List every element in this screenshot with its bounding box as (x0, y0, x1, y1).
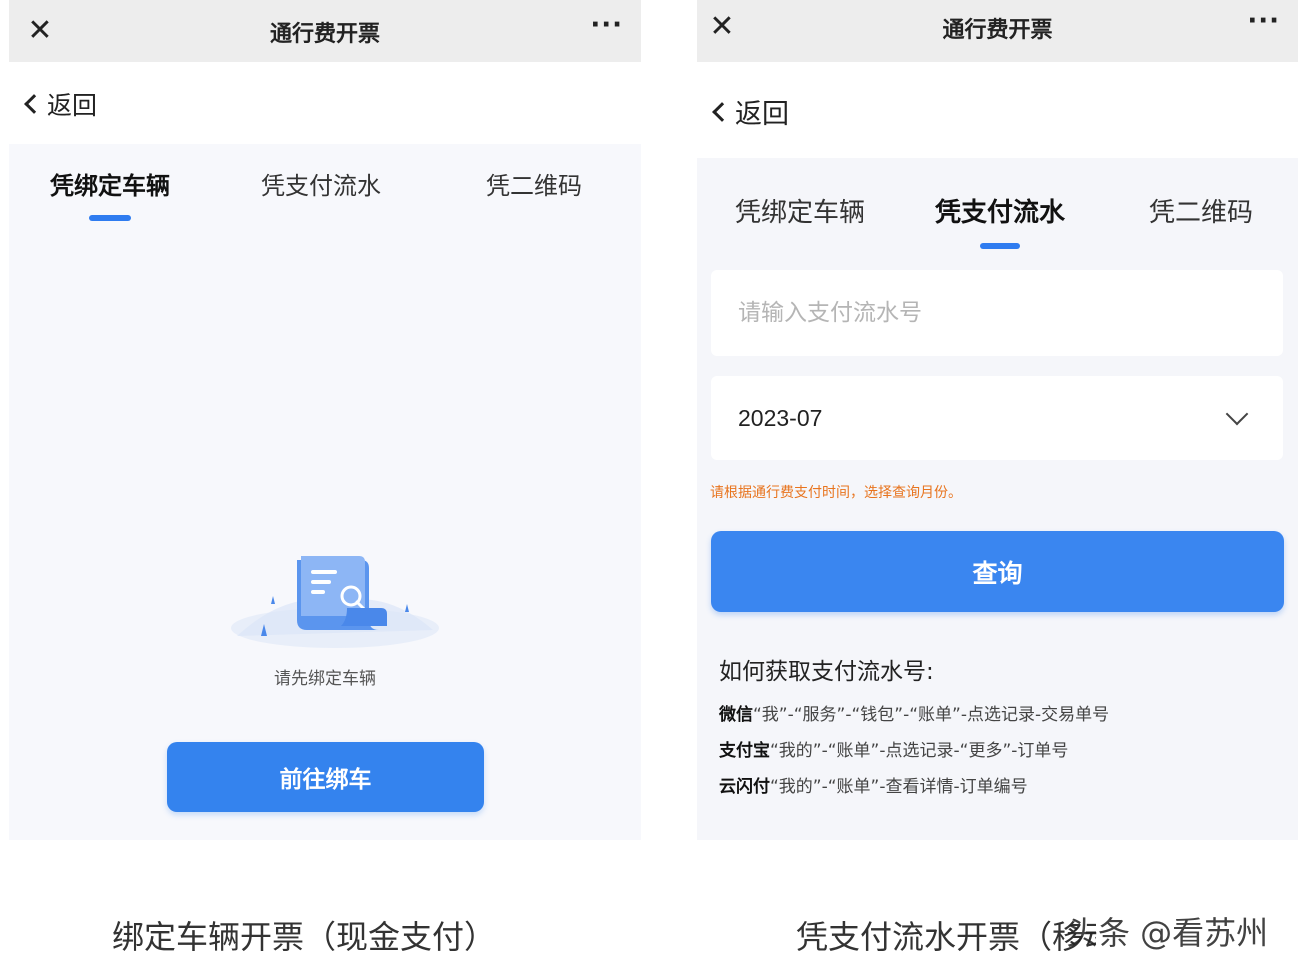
chevron-left-icon (24, 94, 44, 114)
howto-row-wechat: 微信“我”-“服务”-“钱包”-“账单”-点选记录-交易单号 (719, 700, 1109, 725)
selected-month: 2023-07 (738, 404, 823, 431)
more-icon[interactable]: ··· (1247, 6, 1280, 36)
bind-vehicle-button[interactable]: 前往绑车 (167, 742, 484, 812)
tab-label: 凭支付流水 (261, 172, 381, 200)
chevron-down-icon (1225, 402, 1249, 426)
active-tab-indicator (89, 215, 131, 221)
caption-right: 凭支付流水开票（移动支付） (796, 918, 1096, 956)
tab-bar: 凭绑定车辆 凭支付流水 凭二维码 (697, 158, 1298, 249)
tab-qr-code[interactable]: 凭二维码 (1149, 192, 1253, 229)
tab-bound-vehicle[interactable]: 凭绑定车辆 (735, 192, 865, 229)
tab-label: 凭绑定车辆 (735, 198, 866, 228)
month-hint: 请根据通行费支付时间，选择查询月份。 (710, 485, 962, 501)
active-tab-indicator (980, 243, 1020, 249)
window-titlebar: ✕ 通行费开票 ··· (697, 0, 1298, 62)
howto-path: “我的”-“账单”-点选记录-“更多”-订单号 (770, 741, 1069, 761)
right-phone-screen: ✕ 通行费开票 ··· 返回 凭绑定车辆 凭支付流水 凭二维码 2023-07 … (697, 0, 1298, 840)
caption-left: 绑定车辆开票（现金支付） (112, 918, 497, 956)
payment-serial-input[interactable] (711, 270, 1283, 356)
tab-bar: 凭绑定车辆 凭支付流水 凭二维码 (9, 144, 641, 234)
invoice-search-illustration-icon (231, 556, 439, 648)
howto-app-name: 云闪付 (719, 777, 770, 797)
tab-qr-code[interactable]: 凭二维码 (486, 166, 582, 201)
nav-bar: 返回 (697, 62, 1298, 158)
window-titlebar: ✕ 通行费开票 ··· (9, 0, 641, 62)
howto-title: 如何获取支付流水号: (719, 659, 934, 685)
left-phone-screen: ✕ 通行费开票 ··· 返回 凭绑定车辆 凭支付流水 凭二维码 请先绑定车辆 前… (9, 0, 641, 840)
howto-row-unionpay: 云闪付“我的”-“账单”-查看详情-订单编号 (719, 772, 1028, 797)
howto-path: “我”-“服务”-“钱包”-“账单”-点选记录-交易单号 (753, 705, 1110, 725)
month-select[interactable]: 2023-07 (711, 376, 1283, 460)
window-title: 通行费开票 (942, 18, 1053, 43)
watermark: 头条 @看苏州 (1066, 914, 1269, 952)
empty-state-message: 请先绑定车辆 (274, 669, 376, 689)
back-label: 返回 (735, 99, 789, 130)
tab-label: 凭二维码 (486, 172, 582, 200)
back-button[interactable]: 返回 (24, 86, 98, 122)
chevron-left-icon (712, 101, 732, 122)
tab-bound-vehicle[interactable]: 凭绑定车辆 (50, 166, 170, 221)
query-button[interactable]: 查询 (711, 531, 1284, 612)
howto-row-alipay: 支付宝“我的”-“账单”-点选记录-“更多”-订单号 (719, 736, 1068, 761)
tab-payment-serial[interactable]: 凭支付流水 (935, 192, 1066, 249)
more-icon[interactable]: ··· (590, 10, 623, 40)
howto-path: “我的”-“账单”-查看详情-订单编号 (770, 777, 1028, 797)
window-title: 通行费开票 (269, 22, 380, 47)
back-label: 返回 (47, 91, 98, 120)
tab-label: 凭二维码 (1149, 198, 1254, 228)
tab-label: 凭绑定车辆 (50, 172, 170, 200)
back-button[interactable]: 返回 (712, 92, 789, 131)
tab-payment-serial[interactable]: 凭支付流水 (261, 166, 381, 201)
nav-bar: 返回 (9, 62, 641, 144)
howto-app-name: 微信 (719, 705, 753, 725)
tab-label: 凭支付流水 (935, 198, 1066, 228)
howto-app-name: 支付宝 (719, 741, 770, 761)
